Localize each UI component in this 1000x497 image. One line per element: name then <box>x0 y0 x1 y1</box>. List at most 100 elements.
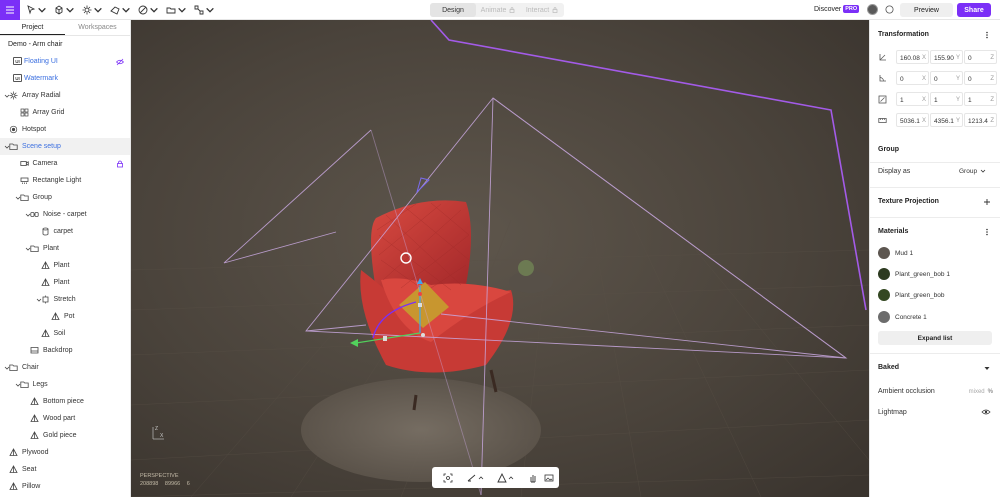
folder-tool-button[interactable] <box>166 0 187 20</box>
tree-item[interactable]: Backdrop <box>0 342 130 359</box>
tree-item[interactable]: UI Floating UI <box>0 53 130 70</box>
field-value: 1 <box>900 96 904 104</box>
cursor-icon <box>27 4 36 15</box>
discover-link[interactable]: Discover PRO <box>814 5 860 13</box>
tab-interact[interactable]: Interact <box>520 3 564 17</box>
material-swatch <box>878 268 890 280</box>
eye-icon[interactable] <box>981 408 991 416</box>
field-axis: X <box>921 75 926 82</box>
tree-item[interactable]: Array Grid <box>0 104 130 121</box>
ui-badge-icon: UI <box>13 57 22 65</box>
ui-badge-icon: UI <box>13 74 22 82</box>
brush-icon <box>138 5 148 14</box>
field-axis: X <box>921 96 926 103</box>
field-axis: Z <box>990 54 994 61</box>
comment-icon[interactable] <box>885 5 894 14</box>
transform-field-x[interactable]: 1X <box>896 92 929 106</box>
display-as-label: Display as <box>878 168 911 175</box>
tree-item[interactable]: Pillow <box>0 478 130 495</box>
transform-field-x[interactable]: 5036.1 X <box>896 113 929 127</box>
tree-item[interactable]: Camera <box>0 155 130 172</box>
more-options-icon[interactable] <box>983 31 991 39</box>
tree-item[interactable]: Gold piece <box>0 427 130 444</box>
3d-viewport[interactable]: Z X PERSPECTIVE 208898 89966 6 <box>131 20 869 497</box>
material-item[interactable]: Concrete 1 <box>878 309 927 325</box>
tree-item[interactable]: Wood part <box>0 410 130 427</box>
materials-title: Materials <box>878 228 909 235</box>
tree-item[interactable]: Soil <box>0 325 130 342</box>
transform-field-z[interactable]: 1Z <box>964 92 997 106</box>
tree-item[interactable]: Plant <box>0 274 130 291</box>
deform-icon <box>110 5 120 15</box>
tab-animate[interactable]: Animate <box>476 3 520 17</box>
material-item[interactable]: Plant_green_bob 1 <box>878 266 950 282</box>
material-item[interactable]: Plant_green_bob <box>878 287 945 303</box>
render-mode-button[interactable] <box>497 472 514 483</box>
tree-item[interactable]: Noise - carpet <box>0 206 130 223</box>
transform-field-x[interactable]: 160.08 X <box>896 50 929 64</box>
field-value: 160.08 <box>900 54 920 62</box>
viewport-info: PERSPECTIVE 208898 89966 6 <box>140 472 195 488</box>
tree-item[interactable]: carpet <box>0 223 130 240</box>
focus-button[interactable] <box>443 473 453 483</box>
tree-item[interactable]: Plant <box>0 240 130 257</box>
eye-off-icon[interactable] <box>116 58 124 66</box>
light-tool-button[interactable] <box>82 0 103 20</box>
preview-button[interactable]: Preview <box>900 3 953 17</box>
ambient-occlusion-input[interactable]: mixed % <box>963 385 993 398</box>
chevron-down-icon <box>178 7 186 13</box>
mesh-icon <box>30 397 39 406</box>
tree-item[interactable]: Plywood <box>0 444 130 461</box>
scene-render <box>131 20 869 497</box>
tree-item[interactable]: Seat <box>0 461 130 478</box>
transform-field-z[interactable]: 0Z <box>964 71 997 85</box>
snap-button[interactable] <box>467 473 484 483</box>
share-button[interactable]: Share <box>957 3 991 17</box>
tree-item[interactable]: Chair <box>0 359 130 376</box>
array-grid-icon <box>20 108 29 117</box>
tree-item[interactable]: Legs <box>0 376 130 393</box>
tree-item[interactable]: Group <box>0 189 130 206</box>
right-panel: Transformation 160.08 X 155.90 Y 0 Z 0 X 0 Y 0 Z 1 X 1… <box>869 20 1000 497</box>
material-tool-button[interactable] <box>138 0 159 20</box>
caret-down-icon[interactable] <box>983 364 991 372</box>
transform-field-y[interactable]: 4356.1 Y <box>930 113 963 127</box>
tab-interact-label: Interact <box>525 6 550 14</box>
transform-field-y[interactable]: 155.90 Y <box>930 50 963 64</box>
more-options-icon[interactable] <box>983 228 991 236</box>
avatar[interactable] <box>867 4 878 15</box>
field-value: 1213.4 <box>968 117 988 125</box>
tree-item[interactable]: Stretch <box>0 291 130 308</box>
field-value: 0 <box>934 75 938 83</box>
deform-tool-button[interactable] <box>110 0 131 20</box>
material-item[interactable]: Mud 1 <box>878 245 913 261</box>
tree-item-label: Pot <box>64 312 75 320</box>
object-tool-button[interactable] <box>54 0 75 20</box>
expand-list-button[interactable]: Expand list <box>878 331 992 345</box>
main-menu-button[interactable] <box>0 0 20 20</box>
screenshot-button[interactable] <box>538 467 559 488</box>
tab-design[interactable]: Design <box>430 3 476 17</box>
tree-item[interactable]: Bottom piece <box>0 393 130 410</box>
select-tool-button[interactable] <box>26 0 47 20</box>
tree-item[interactable]: Plant <box>0 257 130 274</box>
tree-item[interactable]: Array Radial <box>0 87 130 104</box>
tree-item[interactable]: Scene setup <box>0 138 130 155</box>
lock-icon[interactable] <box>116 160 124 168</box>
tab-project[interactable]: Project <box>0 20 65 35</box>
transform-field-y[interactable]: 0Y <box>930 71 963 85</box>
add-icon[interactable] <box>983 198 991 206</box>
tree-item[interactable]: Rectangle Light <box>0 172 130 189</box>
group-title: Group <box>878 146 899 153</box>
transform-field-x[interactable]: 0X <box>896 71 929 85</box>
expand-list-label: Expand list <box>917 334 953 342</box>
tab-workspaces[interactable]: Workspaces <box>65 20 130 35</box>
tree-item[interactable]: Hotspot <box>0 121 130 138</box>
transform-field-z[interactable]: 0Z <box>964 50 997 64</box>
transform-field-y[interactable]: 1Y <box>930 92 963 106</box>
tree-item[interactable]: Pot <box>0 308 130 325</box>
transform-tool-button[interactable] <box>194 0 215 20</box>
display-as-select[interactable]: Group <box>959 164 993 178</box>
transform-field-z[interactable]: 1213.4 Z <box>964 113 997 127</box>
tree-item[interactable]: UI Watermark <box>0 70 130 87</box>
